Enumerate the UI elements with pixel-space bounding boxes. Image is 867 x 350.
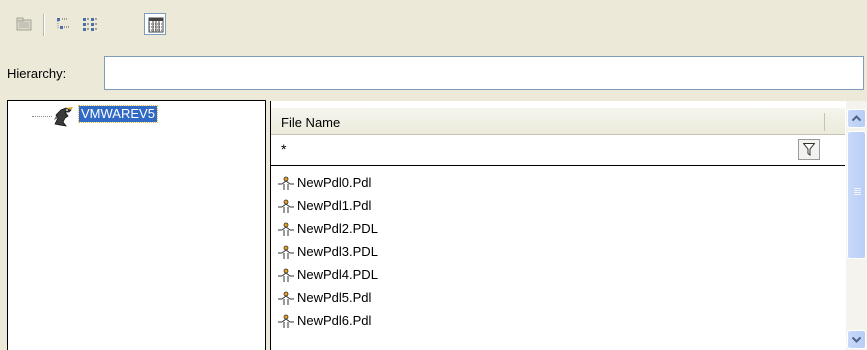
chevron-down-icon [852, 336, 861, 343]
scrollbar-thumb[interactable] [847, 131, 866, 259]
toolbar [0, 0, 867, 48]
server-eagle-icon [54, 107, 73, 127]
scroll-down-button[interactable] [847, 330, 866, 349]
column-divider[interactable] [824, 113, 825, 131]
list-item[interactable]: NewPdl5.Pdl [271, 286, 845, 309]
file-name: NewPdl1.Pdl [297, 198, 372, 213]
list-item[interactable]: NewPdl0.Pdl [271, 171, 845, 194]
pdl-file-icon [278, 291, 294, 305]
details-view-icon [148, 17, 164, 33]
folder-icon [16, 17, 32, 31]
list-item[interactable]: NewPdl6.Pdl [271, 309, 845, 332]
chevron-up-icon [852, 115, 861, 122]
pdl-file-icon [278, 199, 294, 213]
hierarchy-input[interactable] [104, 56, 864, 90]
hierarchy-label: Hierarchy: [7, 66, 67, 81]
column-header-file-name[interactable]: File Name [271, 108, 845, 135]
filter-input[interactable]: * [281, 141, 286, 157]
file-name: NewPdl5.Pdl [297, 290, 372, 305]
file-name: NewPdl2.PDL [297, 221, 378, 236]
folder-button[interactable] [13, 13, 35, 35]
list-view-icon [83, 18, 97, 31]
toolbar-separator [43, 14, 45, 36]
tree-node-vmwarev5[interactable]: VMWAREV5 [78, 105, 158, 123]
list-item[interactable]: NewPdl3.PDL [271, 240, 845, 263]
file-list-pane: File Name * NewPdl0.Pdl NewPdl1.Pdl NewPdl… [270, 101, 867, 350]
list-item[interactable]: NewPdl4.PDL [271, 263, 845, 286]
tree-view-icon [57, 18, 69, 29]
file-list: NewPdl0.Pdl NewPdl1.Pdl NewPdl2.PDL NewPdl3… [271, 171, 845, 332]
file-name: NewPdl6.Pdl [297, 313, 372, 328]
pdl-file-icon [278, 222, 294, 236]
pdl-file-icon [278, 314, 294, 328]
pdl-file-icon [278, 245, 294, 259]
column-header-label: File Name [281, 115, 341, 130]
pdl-file-icon [278, 268, 294, 282]
funnel-icon [803, 143, 815, 156]
list-item[interactable]: NewPdl1.Pdl [271, 194, 845, 217]
vertical-scrollbar[interactable] [846, 101, 867, 350]
tree-connector-line [32, 116, 52, 117]
list-view-button[interactable] [79, 13, 101, 35]
filter-button[interactable] [798, 139, 820, 160]
details-view-button[interactable] [144, 13, 166, 35]
file-name: NewPdl0.Pdl [297, 175, 372, 190]
list-item[interactable]: NewPdl2.PDL [271, 217, 845, 240]
scroll-up-button[interactable] [847, 109, 866, 128]
tree-pane: VMWAREV5 [7, 100, 266, 350]
tree-view-button[interactable] [52, 13, 74, 35]
filter-row: * [271, 135, 845, 166]
file-name: NewPdl3.PDL [297, 244, 378, 259]
pdl-file-icon [278, 176, 294, 190]
file-name: NewPdl4.PDL [297, 267, 378, 282]
